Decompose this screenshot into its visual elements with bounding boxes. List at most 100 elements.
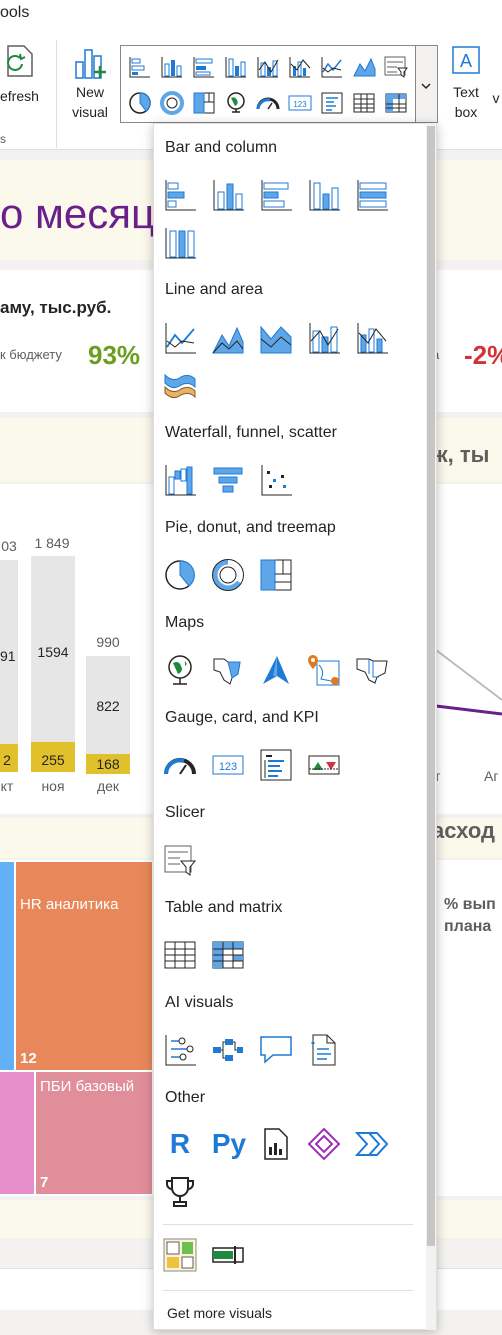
panel-divider [163, 1290, 413, 1291]
kpi-subtitle: аму, тыс.руб. [0, 298, 112, 317]
bar-month: дек [96, 778, 120, 794]
stacked-area-icon[interactable] [259, 321, 293, 355]
treemap-cell-pbi[interactable]: ПБИ базовый 7 [36, 1072, 152, 1194]
section-heading: Line and area [165, 281, 263, 298]
map-icon[interactable] [163, 653, 197, 687]
kpi-left-value: 93% [88, 340, 141, 370]
section-heading: Maps [165, 614, 205, 631]
matrix-icon[interactable] [383, 90, 409, 116]
line-clustered-column-icon[interactable] [307, 321, 341, 355]
matrix-icon[interactable] [211, 938, 245, 972]
custom-visual-kpi-icon[interactable] [163, 1238, 197, 1272]
ribbon-chart-icon[interactable] [163, 369, 197, 403]
bar-month: кт [0, 778, 14, 794]
ribbon-separator [56, 40, 57, 148]
right-chart-title: ж, ты [432, 442, 490, 467]
treemap-cell-hr[interactable]: HR аналитика 12 [16, 862, 152, 1070]
gallery-expand-button[interactable] [416, 45, 438, 123]
area-chart-icon[interactable] [351, 54, 377, 80]
multirow-card-icon[interactable] [259, 748, 293, 782]
group-label: s [0, 132, 6, 146]
donut-icon[interactable] [211, 558, 245, 592]
line-stacked-column-icon[interactable] [287, 54, 313, 80]
treemap-label: HR аналитика [20, 896, 119, 913]
stacked-column-icon[interactable] [159, 54, 185, 80]
power-apps-icon[interactable] [307, 1127, 341, 1161]
smart-narrative-icon[interactable] [307, 1033, 341, 1067]
bar-total: 990 [96, 634, 120, 650]
stacked-bar-icon[interactable] [127, 54, 153, 80]
line-chart-icon[interactable] [163, 321, 197, 355]
panel-scrollbar-thumb[interactable] [427, 126, 435, 1246]
100-stacked-bar-icon[interactable] [355, 178, 389, 212]
donut-icon[interactable] [159, 90, 185, 116]
section-heading: Bar and column [165, 139, 278, 156]
expense-sub1: % вып [444, 896, 496, 913]
slicer-icon[interactable] [163, 843, 197, 877]
visual-gallery[interactable]: 123 [120, 45, 416, 123]
bar-grey-value: 822 [96, 698, 120, 714]
new-visual-button[interactable]: New visual [66, 42, 114, 122]
power-automate-icon[interactable] [355, 1127, 389, 1161]
treemap-value: 12 [20, 1050, 37, 1067]
decomposition-tree-icon[interactable] [211, 1033, 245, 1067]
qna-icon[interactable] [259, 1033, 293, 1067]
multirow-card-icon[interactable] [319, 90, 345, 116]
clustered-column-icon[interactable] [307, 178, 341, 212]
custom-visual-bullet-icon[interactable] [211, 1238, 245, 1272]
more-button-label[interactable]: v [490, 88, 502, 108]
arcgis-map-icon[interactable] [307, 653, 341, 687]
card-icon[interactable]: 123 [211, 748, 245, 782]
treemap-icon[interactable] [259, 558, 293, 592]
text-box-button[interactable]: A Text box [444, 44, 488, 122]
treemap-icon[interactable] [191, 90, 217, 116]
new-visual-label-2: visual [72, 104, 108, 120]
stacked-column-icon[interactable] [211, 178, 245, 212]
waterfall-icon[interactable] [163, 463, 197, 497]
bar-total: 03 [1, 538, 17, 554]
table-icon[interactable] [163, 938, 197, 972]
get-more-visuals-link[interactable]: Get more visuals [167, 1305, 272, 1321]
line-clustered-column-icon[interactable] [255, 54, 281, 80]
area-chart-icon[interactable] [211, 321, 245, 355]
azure-map-icon[interactable] [259, 653, 293, 687]
100-stacked-column-icon[interactable] [163, 226, 197, 260]
card-icon[interactable]: 123 [287, 90, 313, 116]
funnel-icon[interactable] [211, 463, 245, 497]
filled-map-icon[interactable] [211, 653, 245, 687]
trophy-icon[interactable] [163, 1175, 197, 1209]
panel-divider [163, 1224, 413, 1225]
treemap-cell[interactable] [0, 1072, 34, 1194]
clustered-bar-icon[interactable] [191, 54, 217, 80]
expense-title: асход [432, 818, 495, 843]
r-visual-icon[interactable]: R [163, 1127, 197, 1161]
scatter-icon[interactable] [259, 463, 293, 497]
stacked-bar-icon[interactable] [163, 178, 197, 212]
refresh-label: efresh [0, 88, 39, 104]
gauge-icon[interactable] [255, 90, 281, 116]
ribbon-tab-label[interactable]: ools [0, 4, 29, 22]
section-heading: Other [165, 1089, 206, 1106]
table-icon[interactable] [351, 90, 377, 116]
chevron-down-icon [421, 83, 431, 90]
bar-month: ноя [41, 778, 65, 794]
paginated-report-icon[interactable] [259, 1127, 293, 1161]
clustered-bar-icon[interactable] [259, 178, 293, 212]
right-line-chart [436, 649, 502, 716]
key-influencers-icon[interactable] [163, 1033, 197, 1067]
gauge-icon[interactable] [163, 748, 197, 782]
svg-text:A: A [460, 51, 472, 71]
refresh-button[interactable]: efresh [0, 42, 44, 104]
shape-map-icon[interactable] [355, 653, 389, 687]
pie-icon[interactable] [127, 90, 153, 116]
line-chart-icon[interactable] [319, 54, 345, 80]
map-icon[interactable] [223, 90, 249, 116]
slicer-icon[interactable] [383, 54, 409, 80]
kpi-icon[interactable] [307, 748, 341, 782]
line-stacked-column-icon[interactable] [355, 321, 389, 355]
pie-icon[interactable] [163, 558, 197, 592]
treemap-cell[interactable] [0, 862, 14, 1070]
clustered-column-icon[interactable] [223, 54, 249, 80]
python-visual-icon[interactable]: Py [209, 1127, 249, 1161]
section-heading: Waterfall, funnel, scatter [165, 424, 337, 441]
